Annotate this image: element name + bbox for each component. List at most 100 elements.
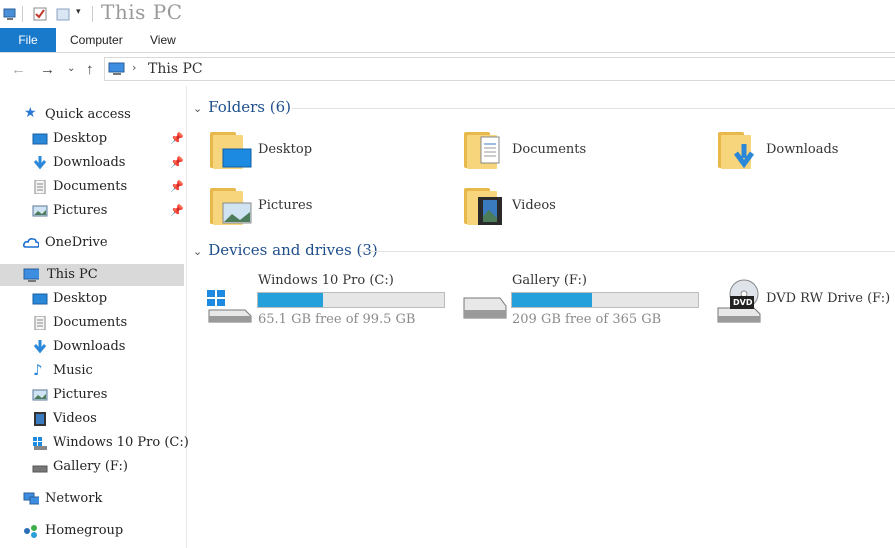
drive-tile-f[interactable]: Gallery (F:) 209 GB free of 365 GB — [460, 270, 705, 330]
sidebar-item-pc-desktop[interactable]: Desktop — [0, 288, 184, 310]
network-icon — [23, 492, 39, 505]
pictures-icon — [32, 205, 48, 217]
drive-usage-bar — [511, 292, 699, 308]
desktop-icon — [32, 293, 48, 305]
sidebar-item-quick-access[interactable]: ★ Quick access — [0, 104, 184, 126]
drive-usage-bar — [257, 292, 445, 308]
sidebar-item-label: Desktop — [53, 291, 108, 306]
sidebar-item-pc-downloads[interactable]: Downloads — [0, 336, 184, 358]
drive-usage-fill — [512, 293, 592, 307]
sidebar-item-drive-f[interactable]: Gallery (F:) — [0, 456, 184, 478]
breadcrumb-this-pc[interactable]: This PC — [148, 61, 203, 77]
tab-file[interactable]: File — [0, 28, 56, 52]
folders-header-label: Folders (6) — [208, 98, 291, 116]
sidebar-item-pc-pictures[interactable]: Pictures — [0, 384, 184, 406]
forward-arrow-icon[interactable]: → — [40, 61, 55, 78]
sidebar-item-label: Downloads — [53, 155, 126, 170]
folder-label: Desktop — [258, 142, 313, 157]
divider — [360, 251, 895, 252]
properties-icon[interactable] — [32, 6, 48, 22]
folder-label: Videos — [512, 198, 556, 213]
title-bar: ▾ This PC — [0, 0, 895, 28]
address-bar[interactable]: › This PC — [104, 57, 895, 81]
pin-icon[interactable]: 📌 — [170, 180, 184, 193]
sidebar-item-label: Network — [45, 491, 103, 506]
divider — [92, 6, 93, 22]
folder-label: Documents — [512, 142, 587, 157]
sidebar-item-desktop[interactable]: Desktop 📌 — [0, 128, 184, 150]
music-icon: ♪ — [33, 361, 43, 379]
sidebar-item-pc-music[interactable]: ♪ Music — [0, 360, 184, 382]
sidebar-item-homegroup[interactable]: Homegroup — [0, 520, 184, 542]
folder-tile-pictures[interactable]: Pictures — [210, 186, 410, 230]
folder-label: Downloads — [766, 142, 839, 157]
pin-icon[interactable]: 📌 — [170, 204, 184, 217]
desktop-folder-icon — [210, 130, 252, 170]
folder-label: Pictures — [258, 198, 313, 213]
videos-folder-icon — [464, 186, 504, 226]
collapse-chevron-icon[interactable]: ⌄ — [193, 102, 202, 115]
this-pc-icon — [108, 62, 125, 75]
folders-section-header[interactable]: ⌄ Folders (6) — [193, 98, 291, 116]
star-icon: ★ — [24, 105, 37, 121]
back-arrow-icon[interactable]: ← — [11, 61, 26, 78]
pictures-folder-icon — [210, 186, 252, 226]
up-arrow-icon[interactable]: ↑ — [86, 61, 94, 78]
tab-view[interactable]: View — [150, 28, 176, 52]
pin-icon[interactable]: 📌 — [170, 156, 184, 169]
sidebar-item-pc-documents[interactable]: Documents — [0, 312, 184, 334]
sidebar-item-label: Quick access — [45, 107, 131, 122]
folder-tile-desktop[interactable]: Desktop — [210, 130, 410, 174]
customize-qa-dropdown-icon[interactable]: ▾ — [76, 7, 81, 17]
documents-folder-icon — [464, 130, 504, 170]
sidebar-item-label: Documents — [53, 179, 128, 194]
window-title: This PC — [101, 0, 183, 24]
sidebar-item-drive-c[interactable]: Windows 10 Pro (C:) — [0, 432, 189, 454]
folder-tile-documents[interactable]: Documents — [464, 130, 664, 174]
drive-free-space: 65.1 GB free of 99.5 GB — [258, 312, 416, 327]
sidebar-item-label: This PC — [47, 267, 98, 282]
sidebar-item-pictures[interactable]: Pictures 📌 — [0, 200, 184, 222]
sidebar-item-label: Documents — [53, 315, 128, 330]
sidebar-item-label: Gallery (F:) — [53, 459, 128, 474]
downloads-folder-icon — [718, 130, 758, 170]
sidebar-item-pc-videos[interactable]: Videos — [0, 408, 184, 430]
homegroup-icon — [24, 525, 37, 538]
this-pc-icon[interactable] — [2, 6, 18, 22]
drive-name: Windows 10 Pro (C:) — [258, 273, 394, 288]
divider — [22, 6, 23, 22]
sidebar-item-label: Desktop — [53, 131, 108, 146]
sidebar-item-label: Windows 10 Pro (C:) — [53, 435, 189, 450]
drive-name: DVD RW Drive (F:) — [766, 291, 891, 306]
recent-locations-chevron-icon[interactable]: ⌄ — [67, 63, 75, 74]
sidebar-item-this-pc[interactable]: This PC — [0, 264, 184, 286]
dvd-logo-text: DVD — [733, 298, 753, 307]
desktop-icon — [32, 133, 48, 145]
this-pc-icon — [23, 268, 39, 282]
drive-free-space: 209 GB free of 365 GB — [512, 312, 662, 327]
hard-drive-icon — [463, 297, 507, 319]
windows-drive-icon — [207, 290, 252, 323]
sidebar-item-downloads[interactable]: Downloads 📌 — [0, 152, 184, 174]
sidebar-item-onedrive[interactable]: OneDrive — [0, 232, 184, 254]
documents-icon — [34, 180, 46, 194]
pin-icon[interactable]: 📌 — [170, 132, 184, 145]
folder-tile-downloads[interactable]: Downloads — [718, 130, 888, 174]
sidebar-item-network[interactable]: Network — [0, 488, 184, 510]
tab-computer[interactable]: Computer — [70, 28, 123, 52]
devices-section-header[interactable]: ⌄ Devices and drives (3) — [193, 241, 378, 259]
drive-tile-dvd[interactable]: DVD DVD RW Drive (F:) — [714, 278, 892, 324]
windows-drive-icon — [33, 437, 47, 450]
devices-header-label: Devices and drives (3) — [208, 241, 378, 259]
folder-tile-videos[interactable]: Videos — [464, 186, 664, 230]
drive-name: Gallery (F:) — [512, 273, 587, 288]
drive-tile-c[interactable]: Windows 10 Pro (C:) 65.1 GB free of 99.5… — [205, 270, 450, 330]
sidebar-item-label: Pictures — [53, 387, 108, 402]
pictures-icon — [32, 389, 48, 401]
sidebar-item-documents[interactable]: Documents 📌 — [0, 176, 184, 198]
new-folder-icon[interactable] — [55, 6, 71, 22]
sidebar-item-label: Pictures — [53, 203, 108, 218]
breadcrumb-chevron-icon[interactable]: › — [132, 61, 136, 74]
sidebar-item-label: OneDrive — [45, 235, 108, 250]
collapse-chevron-icon[interactable]: ⌄ — [193, 245, 202, 258]
